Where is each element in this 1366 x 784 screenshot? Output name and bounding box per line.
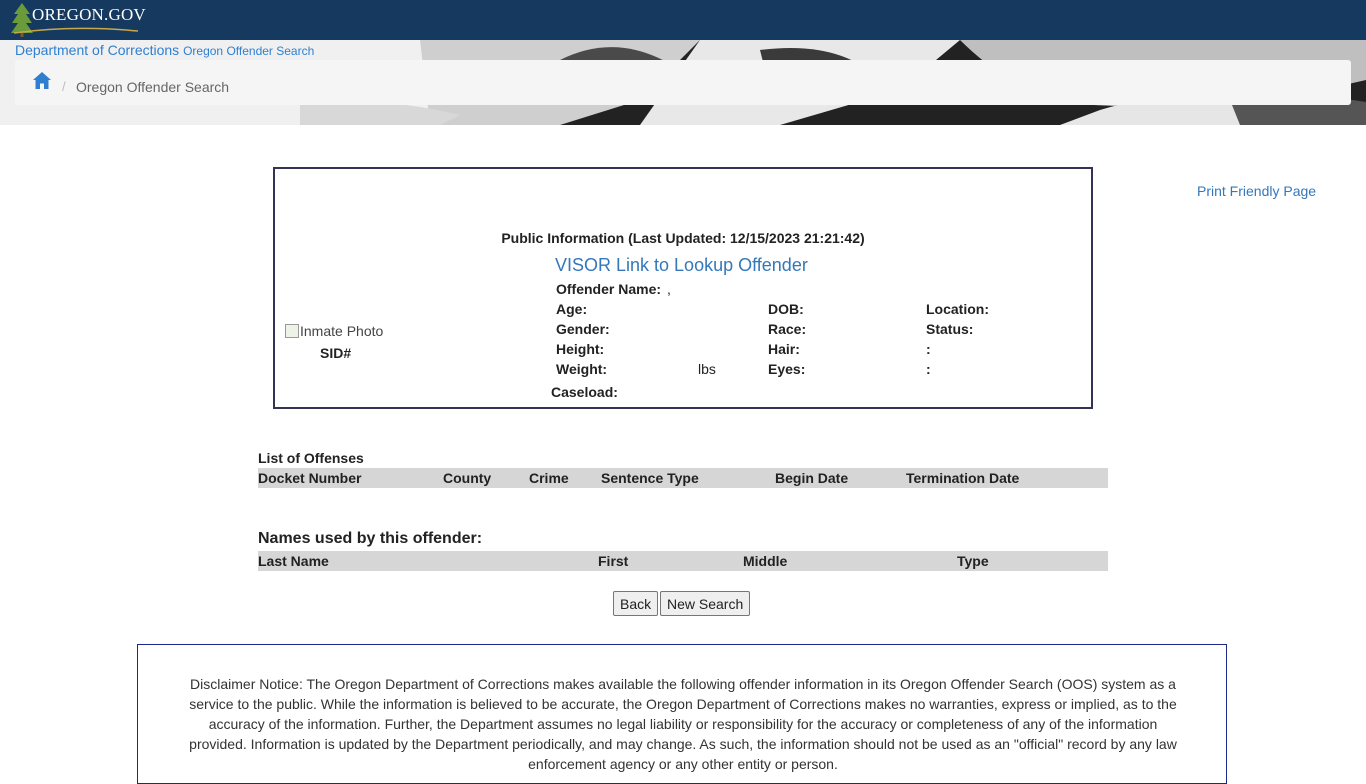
breadcrumb-current: Oregon Offender Search xyxy=(76,79,230,95)
age-label: Age: xyxy=(556,301,588,317)
extra-field-1: : xyxy=(926,341,931,357)
offender-name-value: , xyxy=(667,281,671,297)
extra-field-2: : xyxy=(926,361,931,377)
location-label: Location: xyxy=(926,301,989,317)
offender-info-card: Public Information (Last Updated: 12/15/… xyxy=(273,167,1093,409)
print-friendly-link[interactable]: Print Friendly Page xyxy=(1197,183,1316,199)
logo-text: OREGON.GOV xyxy=(32,5,146,24)
col-last-name: Last Name xyxy=(258,553,329,569)
public-info-title: Public Information (Last Updated: 12/15/… xyxy=(501,230,865,246)
col-type: Type xyxy=(957,553,989,569)
broken-image-icon xyxy=(285,324,299,338)
col-crime: Crime xyxy=(529,470,569,486)
height-label: Height: xyxy=(556,341,605,357)
race-label: Race: xyxy=(768,321,807,337)
dept-name[interactable]: Department of Corrections xyxy=(15,42,179,58)
col-first: First xyxy=(598,553,629,569)
visor-link[interactable]: VISOR Link to Lookup Offender xyxy=(555,255,808,276)
breadcrumb-separator: / xyxy=(62,79,66,94)
col-county: County xyxy=(443,470,492,486)
col-middle: Middle xyxy=(743,553,788,569)
status-label: Status: xyxy=(926,321,974,337)
eyes-label: Eyes: xyxy=(768,361,806,377)
inmate-photo: Inmate Photo xyxy=(285,323,383,339)
dept-subtitle[interactable]: Oregon Offender Search xyxy=(183,44,314,58)
disclaimer-text: Disclaimer Notice: The Oregon Department… xyxy=(189,676,1177,772)
back-button[interactable]: Back xyxy=(613,591,659,616)
names-title: Names used by this offender: xyxy=(258,530,483,547)
weight-label: Weight: xyxy=(556,361,608,377)
department-title[interactable]: Department of Corrections Oregon Offende… xyxy=(15,42,314,58)
caseload-label: Caseload: xyxy=(551,384,618,400)
offenses-table-header: Docket Number County Crime Sentence Type… xyxy=(258,468,1108,488)
col-docket-number: Docket Number xyxy=(258,470,362,486)
inmate-photo-alt: Inmate Photo xyxy=(300,323,384,339)
sid-label: SID# xyxy=(320,345,352,361)
gender-label: Gender: xyxy=(556,321,610,337)
breadcrumb: / Oregon Offender Search xyxy=(15,60,1351,105)
hair-label: Hair: xyxy=(768,341,800,357)
new-search-button[interactable]: New Search xyxy=(660,591,751,616)
offender-name-label: Offender Name: xyxy=(556,281,662,297)
weight-unit: lbs xyxy=(698,361,716,377)
disclaimer-box: Disclaimer Notice: The Oregon Department… xyxy=(137,644,1227,784)
col-begin-date: Begin Date xyxy=(775,470,849,486)
home-icon[interactable] xyxy=(31,70,53,92)
dob-label: DOB: xyxy=(768,301,804,317)
col-sentence-type: Sentence Type xyxy=(601,470,699,486)
names-table-header: Last Name First Middle Type xyxy=(258,551,1108,571)
col-termination-date: Termination Date xyxy=(906,470,1020,486)
offenses-title: List of Offenses xyxy=(258,450,364,466)
top-bar: OREGON.GOV xyxy=(0,0,1366,40)
logo-swoosh xyxy=(14,27,138,34)
